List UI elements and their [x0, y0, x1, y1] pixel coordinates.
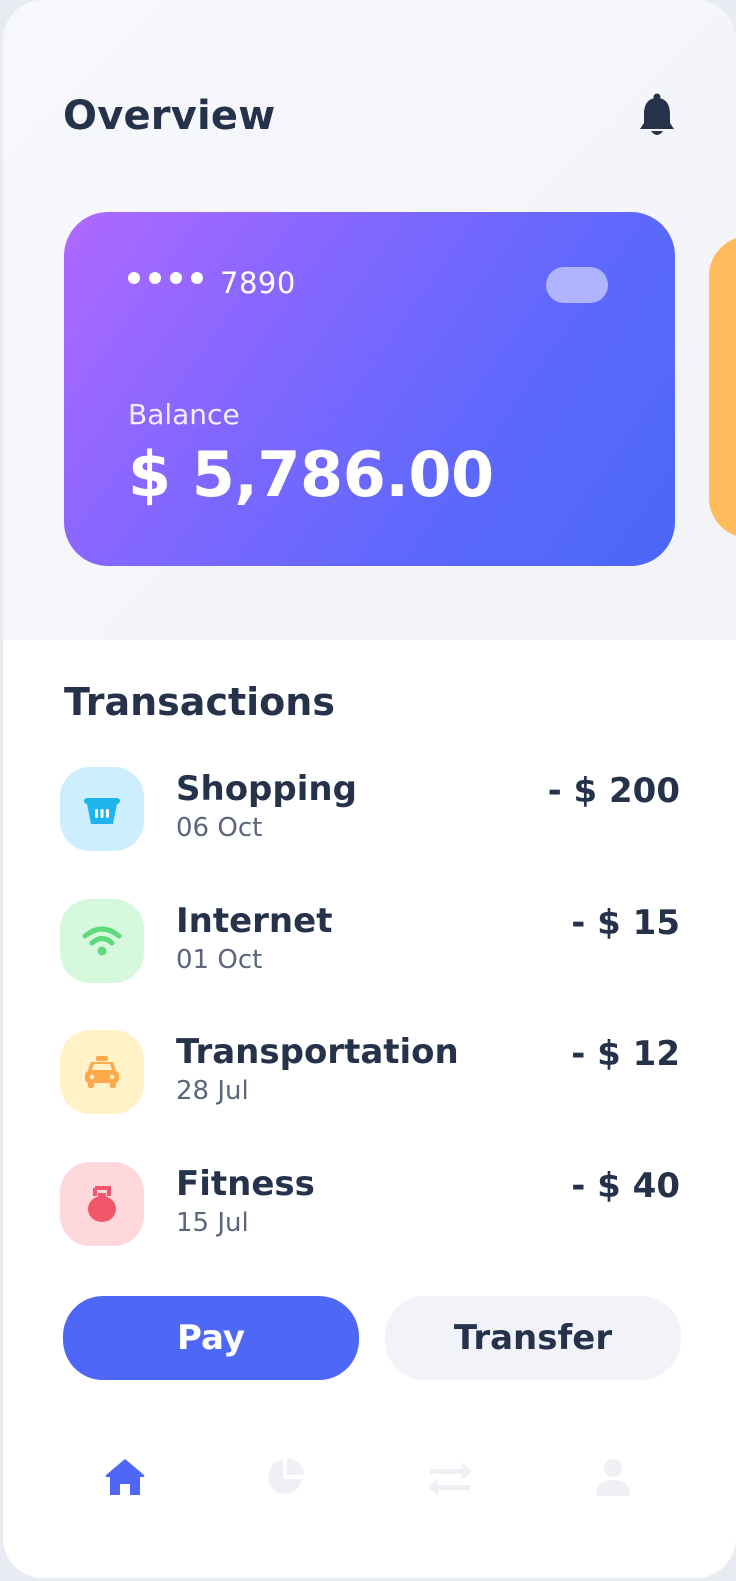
transfer-arrows-icon: [426, 1456, 474, 1502]
balance-amount: $ 5,786.00: [128, 438, 494, 511]
transaction-row[interactable]: Transportation 28 Jul - $ 12: [60, 1030, 680, 1114]
transaction-row[interactable]: Internet 01 Oct - $ 15: [60, 899, 680, 983]
pie-chart-icon: [264, 1456, 306, 1502]
nav-home[interactable]: [100, 1454, 150, 1504]
shopping-basket-icon: [60, 767, 144, 851]
transaction-date: 15 Jul: [176, 1208, 249, 1238]
wifi-icon: [60, 899, 144, 983]
taxi-icon: [60, 1030, 144, 1114]
transaction-date: 01 Oct: [176, 945, 263, 975]
transaction-row[interactable]: Shopping 06 Oct - $ 200: [60, 767, 680, 851]
transaction-amount: - $ 200: [547, 771, 680, 811]
next-card-peek[interactable]: [709, 236, 736, 538]
page-title: Overview: [63, 93, 276, 139]
overview-header-area: Overview 7890 Balance $ 5,786.00: [3, 0, 736, 640]
user-icon: [592, 1456, 634, 1502]
card-last-digits: 7890: [220, 266, 296, 300]
transaction-name: Transportation: [176, 1032, 459, 1072]
transactions-title: Transactions: [64, 680, 335, 724]
transaction-date: 28 Jul: [176, 1076, 249, 1106]
nav-statistics[interactable]: [260, 1454, 310, 1504]
transaction-date: 06 Oct: [176, 813, 263, 843]
nav-profile[interactable]: [588, 1454, 638, 1504]
balance-label: Balance: [128, 398, 240, 431]
phone-screen: Overview 7890 Balance $ 5,786.00 Transac…: [3, 0, 736, 1578]
balance-card[interactable]: 7890 Balance $ 5,786.00: [64, 212, 675, 566]
transfer-button[interactable]: Transfer: [385, 1296, 681, 1380]
transaction-amount: - $ 15: [571, 903, 680, 943]
transaction-name: Shopping: [176, 769, 357, 809]
transaction-amount: - $ 12: [571, 1034, 680, 1074]
transaction-row[interactable]: Fitness 15 Jul - $ 40: [60, 1162, 680, 1246]
nav-transfer[interactable]: [425, 1454, 475, 1504]
pay-button[interactable]: Pay: [63, 1296, 359, 1380]
transaction-amount: - $ 40: [571, 1166, 680, 1206]
transaction-name: Fitness: [176, 1164, 315, 1204]
card-masked-digits: [128, 272, 203, 284]
home-icon: [103, 1456, 147, 1502]
kettlebell-icon: [60, 1162, 144, 1246]
bell-icon[interactable]: [637, 93, 677, 139]
card-chip: [546, 267, 608, 303]
transaction-name: Internet: [176, 901, 333, 941]
